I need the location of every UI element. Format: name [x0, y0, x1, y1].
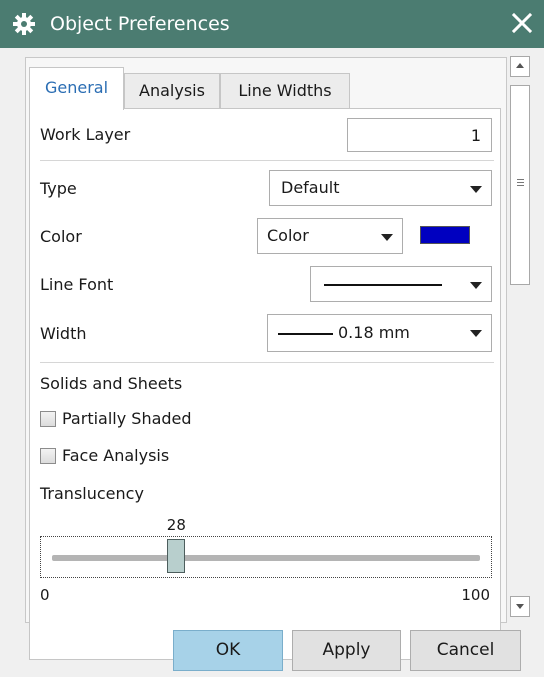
tab-analysis[interactable]: Analysis: [124, 73, 220, 109]
partially-shaded-label: Partially Shaded: [62, 409, 192, 428]
translucency-label: Translucency: [40, 484, 144, 503]
width-dropdown[interactable]: 0.18 mm: [267, 314, 492, 352]
tab-line-widths[interactable]: Line Widths: [220, 73, 350, 109]
gear-icon: [13, 13, 35, 35]
width-value: 0.18 mm: [338, 323, 410, 342]
grip-icon: [517, 179, 524, 180]
scroll-down-button[interactable]: [510, 596, 530, 617]
line-font-dropdown[interactable]: [310, 266, 492, 302]
width-line-sample: [278, 333, 333, 335]
work-layer-input[interactable]: 1: [347, 118, 492, 152]
grip-icon: [517, 185, 524, 186]
chevron-down-icon: [470, 330, 482, 337]
partially-shaded-checkbox[interactable]: [40, 411, 56, 427]
chevron-down-icon: [470, 186, 482, 193]
solids-and-sheets-heading: Solids and Sheets: [40, 374, 183, 393]
translucency-value: 28: [166, 516, 186, 534]
type-dropdown[interactable]: Default: [269, 170, 492, 206]
slider-thumb[interactable]: [166, 539, 185, 573]
general-tab-content: Work Layer 1 Type Default Color Color Li…: [29, 108, 501, 660]
face-analysis-label: Face Analysis: [62, 446, 170, 465]
slider-min-label: 0: [40, 586, 50, 604]
tab-general[interactable]: General: [29, 67, 124, 110]
scroll-up-button[interactable]: [510, 56, 530, 77]
dialog-body: General Analysis Line Widths Work Layer …: [12, 48, 532, 660]
line-font-sample: [324, 284, 442, 286]
chevron-down-icon: [381, 234, 393, 241]
slider-track[interactable]: [52, 555, 480, 561]
chevron-down-icon: [470, 282, 482, 289]
color-dropdown[interactable]: Color: [257, 218, 403, 254]
chevron-down-icon: [516, 604, 524, 609]
divider: [40, 362, 494, 363]
type-value: Default: [281, 178, 340, 197]
divider: [40, 160, 494, 161]
title-bar: Object Preferences: [0, 0, 544, 48]
vertical-scrollbar[interactable]: [510, 56, 530, 624]
work-layer-label: Work Layer: [40, 125, 131, 144]
translucency-slider[interactable]: [40, 536, 492, 578]
ok-button[interactable]: OK: [173, 630, 283, 671]
apply-button[interactable]: Apply: [292, 630, 401, 671]
cancel-button[interactable]: Cancel: [410, 630, 521, 671]
close-icon[interactable]: [508, 9, 536, 37]
color-value: Color: [267, 226, 309, 245]
face-analysis-checkbox[interactable]: [40, 448, 56, 464]
color-swatch[interactable]: [420, 226, 470, 244]
grip-icon: [517, 182, 524, 183]
window-title: Object Preferences: [50, 13, 230, 35]
scroll-thumb[interactable]: [510, 85, 530, 285]
line-font-label: Line Font: [40, 275, 114, 294]
width-label: Width: [40, 324, 87, 343]
color-label: Color: [40, 227, 82, 246]
slider-max-label: 100: [461, 586, 490, 604]
type-label: Type: [40, 179, 77, 198]
chevron-up-icon: [516, 63, 524, 68]
